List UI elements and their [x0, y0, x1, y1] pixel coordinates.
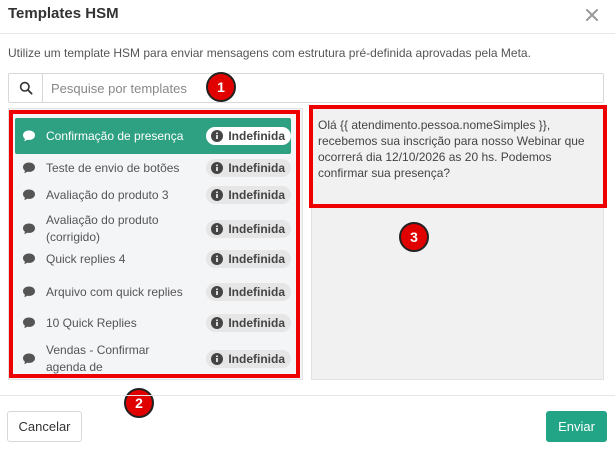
dialog-title: Templates HSM [8, 5, 119, 22]
send-button[interactable]: Enviar [546, 411, 607, 442]
dialog-footer: Cancelar Enviar [0, 395, 615, 449]
annotation-marker-1: 1 [206, 72, 236, 102]
annotation-marker-3: 3 [399, 222, 429, 252]
search-icon [9, 74, 43, 102]
dialog-header: Templates HSM [0, 0, 615, 34]
close-icon[interactable] [583, 6, 601, 24]
dialog-description: Utilize um template HSM para enviar mens… [8, 46, 531, 60]
search-bar [8, 73, 604, 103]
search-input[interactable] [51, 74, 591, 102]
annotation-box-preview [309, 105, 607, 208]
annotation-box-list [9, 110, 300, 378]
templates-hsm-dialog: Templates HSM Utilize um template HSM pa… [0, 0, 615, 449]
cancel-button[interactable]: Cancelar [7, 411, 82, 442]
